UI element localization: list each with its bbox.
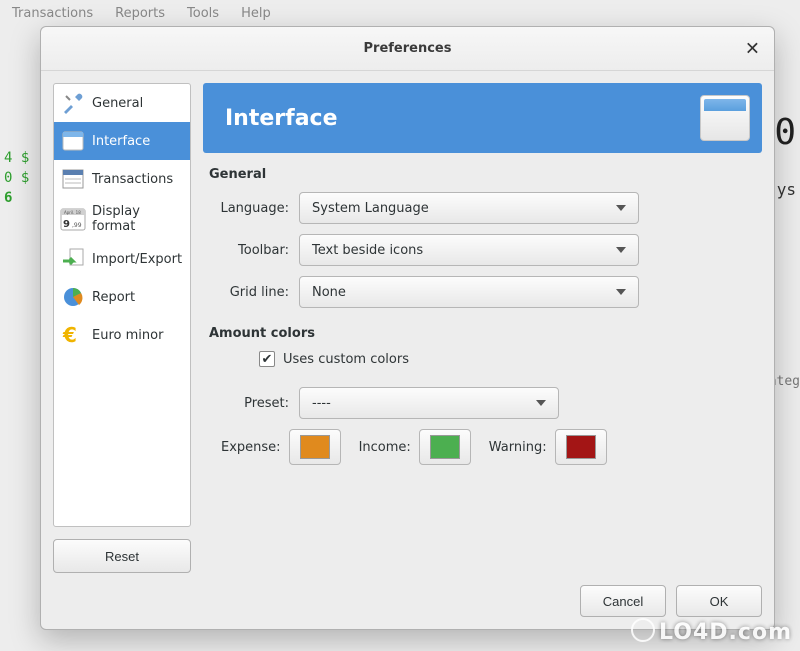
chevron-down-icon: [616, 289, 626, 295]
sidebar-item-report[interactable]: Report: [54, 278, 190, 316]
label-income: Income:: [359, 440, 411, 455]
menu-tools[interactable]: Tools: [187, 6, 219, 21]
chevron-down-icon: [536, 400, 546, 406]
sidebar-item-import-export[interactable]: Import/Export: [54, 240, 190, 278]
import-export-icon: [60, 246, 86, 272]
menu-help[interactable]: Help: [241, 6, 271, 21]
category-list: General Interface Transactions: [53, 83, 191, 527]
content-title: Interface: [225, 106, 338, 131]
dialog-titlebar: Preferences ✕: [41, 27, 774, 71]
checkbox-custom-colors[interactable]: ✔: [259, 351, 275, 367]
dialog-title: Preferences: [364, 41, 452, 56]
label-language: Language:: [209, 201, 299, 216]
combo-value: ----: [312, 396, 331, 411]
ok-button[interactable]: OK: [676, 585, 762, 617]
window-icon: [60, 128, 86, 154]
bg-amount-1: 4 $: [4, 150, 29, 166]
color-button-income[interactable]: [419, 429, 471, 465]
sidebar-item-label: Display format: [92, 204, 184, 234]
sidebar-item-general[interactable]: General: [54, 84, 190, 122]
combo-preset[interactable]: ----: [299, 387, 559, 419]
color-swatch: [430, 435, 460, 459]
bg-right-ys: ys: [777, 180, 796, 199]
close-icon[interactable]: ✕: [745, 38, 760, 59]
sidebar-item-interface[interactable]: Interface: [54, 122, 190, 160]
combo-value: System Language: [312, 201, 429, 216]
globe-icon: [631, 618, 655, 642]
reset-button[interactable]: Reset: [53, 539, 191, 573]
combo-toolbar[interactable]: Text beside icons: [299, 234, 639, 266]
svg-text:,99: ,99: [72, 222, 82, 229]
section-title-amount-colors: Amount colors: [209, 326, 756, 341]
cancel-button[interactable]: Cancel: [580, 585, 666, 617]
euro-icon: €: [60, 322, 86, 348]
list-icon: [60, 166, 86, 192]
label-warning: Warning:: [489, 440, 547, 455]
combo-value: None: [312, 285, 346, 300]
tools-icon: [60, 90, 86, 116]
label-expense: Expense:: [221, 440, 281, 455]
sidebar-item-label: Transactions: [92, 172, 173, 187]
sidebar-item-label: Euro minor: [92, 328, 163, 343]
label-preset: Preset:: [209, 396, 299, 411]
content-header: Interface: [203, 83, 762, 153]
section-title-general: General: [209, 167, 756, 182]
sidebar-item-label: General: [92, 96, 143, 111]
sidebar-item-label: Import/Export: [92, 252, 182, 267]
sidebar-item-transactions[interactable]: Transactions: [54, 160, 190, 198]
bg-amount-3: 6: [4, 190, 12, 206]
menu-reports[interactable]: Reports: [115, 6, 165, 21]
combo-language[interactable]: System Language: [299, 192, 639, 224]
sidebar-item-label: Report: [92, 290, 135, 305]
watermark: LO4D.com: [631, 615, 792, 645]
bg-amount-2: 0 $: [4, 170, 29, 186]
label-toolbar: Toolbar:: [209, 243, 299, 258]
sidebar-item-label: Interface: [92, 134, 150, 149]
bg-right-0: 0: [774, 112, 796, 153]
label-gridline: Grid line:: [209, 285, 299, 300]
checkbox-label: Uses custom colors: [283, 352, 409, 367]
combo-value: Text beside icons: [312, 243, 423, 258]
color-button-expense[interactable]: [289, 429, 341, 465]
sidebar-item-display-format[interactable]: April. 18 9,99 Display format: [54, 198, 190, 240]
color-swatch: [566, 435, 596, 459]
svg-text:€: €: [62, 323, 77, 347]
preferences-dialog: Preferences ✕ General Interface: [40, 26, 775, 630]
combo-gridline[interactable]: None: [299, 276, 639, 308]
calendar-icon: April. 18 9,99: [60, 206, 86, 232]
color-swatch: [300, 435, 330, 459]
chevron-down-icon: [616, 205, 626, 211]
chevron-down-icon: [616, 247, 626, 253]
window-icon: [700, 95, 750, 141]
sidebar-item-euro-minor[interactable]: € Euro minor: [54, 316, 190, 354]
pie-chart-icon: [60, 284, 86, 310]
svg-text:9: 9: [63, 219, 70, 230]
main-menubar[interactable]: Transactions Reports Tools Help: [0, 0, 800, 27]
svg-text:April. 18: April. 18: [64, 210, 81, 215]
menu-transactions[interactable]: Transactions: [12, 6, 93, 21]
color-button-warning[interactable]: [555, 429, 607, 465]
